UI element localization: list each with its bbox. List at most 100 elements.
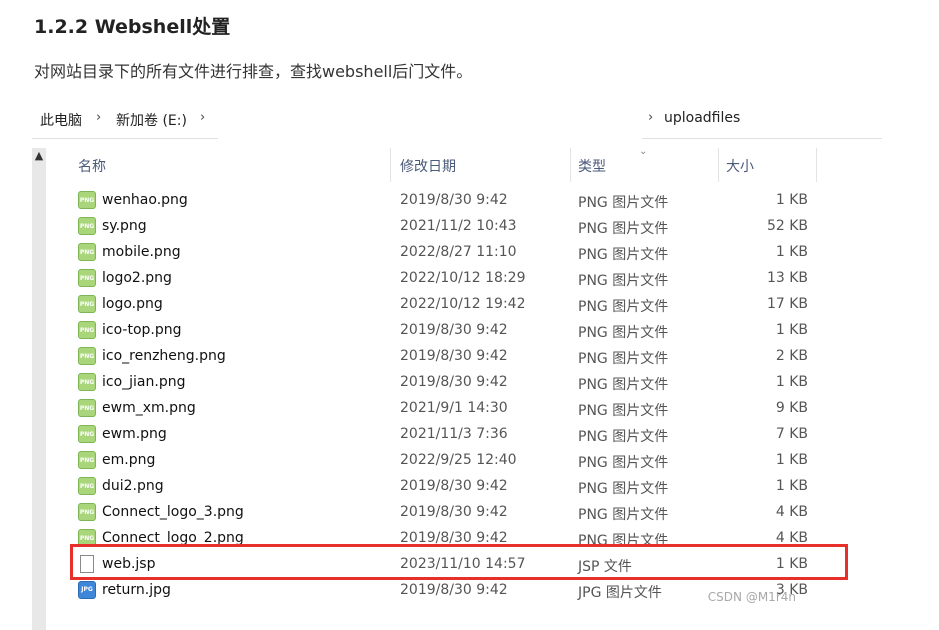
file-row[interactable]: PNG dui2.png 2019/8/30 9:42 PNG 图片文件 1 KB: [72, 474, 852, 500]
section-paragraph: 对网站目录下的所有文件进行排查，查找webshell后门文件。: [34, 62, 473, 81]
breadcrumb-separator-icon: ›: [200, 110, 206, 125]
file-row[interactable]: PNG ico-top.png 2019/8/30 9:42 PNG 图片文件 1 KB: [72, 318, 852, 344]
file-modified-date: 2022/10/12 18:29: [400, 270, 526, 286]
file-modified-date: 2019/8/30 9:42: [400, 192, 508, 208]
file-size: 13 KB: [766, 270, 808, 286]
png-file-icon: PNG: [78, 243, 96, 263]
file-row[interactable]: PNG sy.png 2021/11/2 10:43 PNG 图片文件 52 KB: [72, 214, 852, 240]
file-type: PNG 图片文件: [578, 507, 669, 523]
file-name: sy.png: [102, 218, 147, 234]
file-modified-date: 2019/8/30 9:42: [400, 582, 508, 598]
file-size: 17 KB: [766, 296, 808, 312]
file-name: ewm.png: [102, 426, 167, 442]
address-bar-divider: [642, 138, 882, 139]
jpg-file-icon: JPG: [78, 581, 96, 601]
file-row[interactable]: PNG logo.png 2022/10/12 19:42 PNG 图片文件 17 KB: [72, 292, 852, 318]
file-row[interactable]: PNG ico_jian.png 2019/8/30 9:42 PNG 图片文件 1 K…: [72, 370, 852, 396]
file-name: logo2.png: [102, 270, 172, 286]
file-modified-date: 2021/9/1 14:30: [400, 400, 508, 416]
redacted-path-segment: [250, 104, 640, 134]
file-size: 9 KB: [775, 400, 808, 416]
file-modified-date: 2022/9/25 12:40: [400, 452, 517, 468]
file-size: 1 KB: [775, 192, 808, 208]
breadcrumb-new-volume-e[interactable]: 新加卷 (E:): [116, 110, 187, 130]
file-type: PNG 图片文件: [578, 299, 669, 315]
file-type: PNG 图片文件: [578, 247, 669, 263]
column-header-size[interactable]: 大小: [726, 156, 754, 176]
file-row[interactable]: PNG ewm_xm.png 2021/9/1 14:30 PNG 图片文件 9 KB: [72, 396, 852, 422]
file-type: PNG 图片文件: [578, 455, 669, 471]
scroll-up-arrow-icon[interactable]: ▲: [33, 148, 45, 164]
png-file-icon: PNG: [78, 191, 96, 211]
file-size: 4 KB: [775, 504, 808, 520]
partially-visible-row: [72, 618, 852, 630]
png-file-icon: PNG: [78, 477, 96, 497]
file-row[interactable]: PNG Connect_logo_3.png 2019/8/30 9:42 PNG 图…: [72, 500, 852, 526]
column-header-date[interactable]: 修改日期: [400, 156, 456, 176]
file-row[interactable]: PNG wenhao.png 2019/8/30 9:42 PNG 图片文件 1 KB: [72, 188, 852, 214]
breadcrumb-separator-icon: ›: [648, 110, 654, 125]
file-modified-date: 2019/8/30 9:42: [400, 374, 508, 390]
png-file-icon: PNG: [78, 321, 96, 341]
png-file-icon: PNG: [78, 451, 96, 471]
file-size: 1 KB: [775, 478, 808, 494]
column-divider[interactable]: [390, 148, 391, 182]
file-size: 1 KB: [775, 452, 808, 468]
file-type: PNG 图片文件: [578, 325, 669, 341]
file-modified-date: 2022/8/27 11:10: [400, 244, 517, 260]
section-heading: 1.2.2 Webshell处置: [34, 16, 231, 38]
file-type: PNG 图片文件: [578, 377, 669, 393]
png-file-icon: PNG: [78, 425, 96, 445]
file-size: 1 KB: [775, 374, 808, 390]
file-explorer-screenshot: 此电脑 › 新加卷 (E:) › › uploadfiles ▲ 名称 修改日期…: [32, 96, 882, 630]
file-name: Connect_logo_3.png: [102, 504, 244, 520]
png-file-icon: PNG: [78, 269, 96, 289]
file-size: 1 KB: [775, 244, 808, 260]
file-name: wenhao.png: [102, 192, 188, 208]
file-row[interactable]: PNG logo2.png 2022/10/12 18:29 PNG 图片文件 13 K…: [72, 266, 852, 292]
address-bar-divider: [32, 138, 218, 139]
column-divider[interactable]: [718, 148, 719, 182]
column-divider[interactable]: [816, 148, 817, 182]
file-modified-date: 2019/8/30 9:42: [400, 478, 508, 494]
file-type: JPG 图片文件: [578, 585, 662, 601]
file-type: PNG 图片文件: [578, 195, 669, 211]
png-file-icon: PNG: [78, 347, 96, 367]
file-type: PNG 图片文件: [578, 429, 669, 445]
file-row[interactable]: PNG ewm.png 2021/11/3 7:36 PNG 图片文件 7 KB: [72, 422, 852, 448]
file-modified-date: 2021/11/3 7:36: [400, 426, 508, 442]
png-file-icon: PNG: [78, 503, 96, 523]
column-header-name[interactable]: 名称: [78, 156, 106, 176]
file-row[interactable]: PNG mobile.png 2022/8/27 11:10 PNG 图片文件 1 KB: [72, 240, 852, 266]
column-divider[interactable]: [570, 148, 571, 182]
file-size: 1 KB: [775, 322, 808, 338]
file-name: logo.png: [102, 296, 163, 312]
file-name: ico-top.png: [102, 322, 182, 338]
address-bar[interactable]: 此电脑 › 新加卷 (E:) › › uploadfiles: [32, 104, 882, 134]
file-type: PNG 图片文件: [578, 273, 669, 289]
file-type: PNG 图片文件: [578, 403, 669, 419]
file-name: ico_renzheng.png: [102, 348, 226, 364]
file-modified-date: 2019/8/30 9:42: [400, 348, 508, 364]
file-row[interactable]: PNG ico_renzheng.png 2019/8/30 9:42 PNG 图片文…: [72, 344, 852, 370]
column-header-row: 名称 修改日期 类型 ⌄ 大小: [72, 146, 852, 184]
sort-chevron-down-icon: ⌄: [639, 146, 648, 157]
file-name: return.jpg: [102, 582, 171, 598]
highlight-box: [70, 544, 848, 580]
vertical-scrollbar[interactable]: ▲: [32, 148, 46, 630]
file-name: ico_jian.png: [102, 374, 186, 390]
file-type: PNG 图片文件: [578, 481, 669, 497]
file-modified-date: 2021/11/2 10:43: [400, 218, 517, 234]
breadcrumb-separator-icon: ›: [96, 110, 102, 125]
column-header-type[interactable]: 类型: [578, 156, 606, 176]
file-modified-date: 2022/10/12 19:42: [400, 296, 526, 312]
breadcrumb-uploadfiles[interactable]: uploadfiles: [664, 110, 740, 126]
file-name: mobile.png: [102, 244, 181, 260]
file-modified-date: 2019/8/30 9:42: [400, 504, 508, 520]
file-size: 7 KB: [775, 426, 808, 442]
file-name: em.png: [102, 452, 156, 468]
breadcrumb-this-pc[interactable]: 此电脑: [40, 110, 82, 130]
png-file-icon: PNG: [78, 217, 96, 237]
png-file-icon: PNG: [78, 373, 96, 393]
file-row[interactable]: PNG em.png 2022/9/25 12:40 PNG 图片文件 1 KB: [72, 448, 852, 474]
